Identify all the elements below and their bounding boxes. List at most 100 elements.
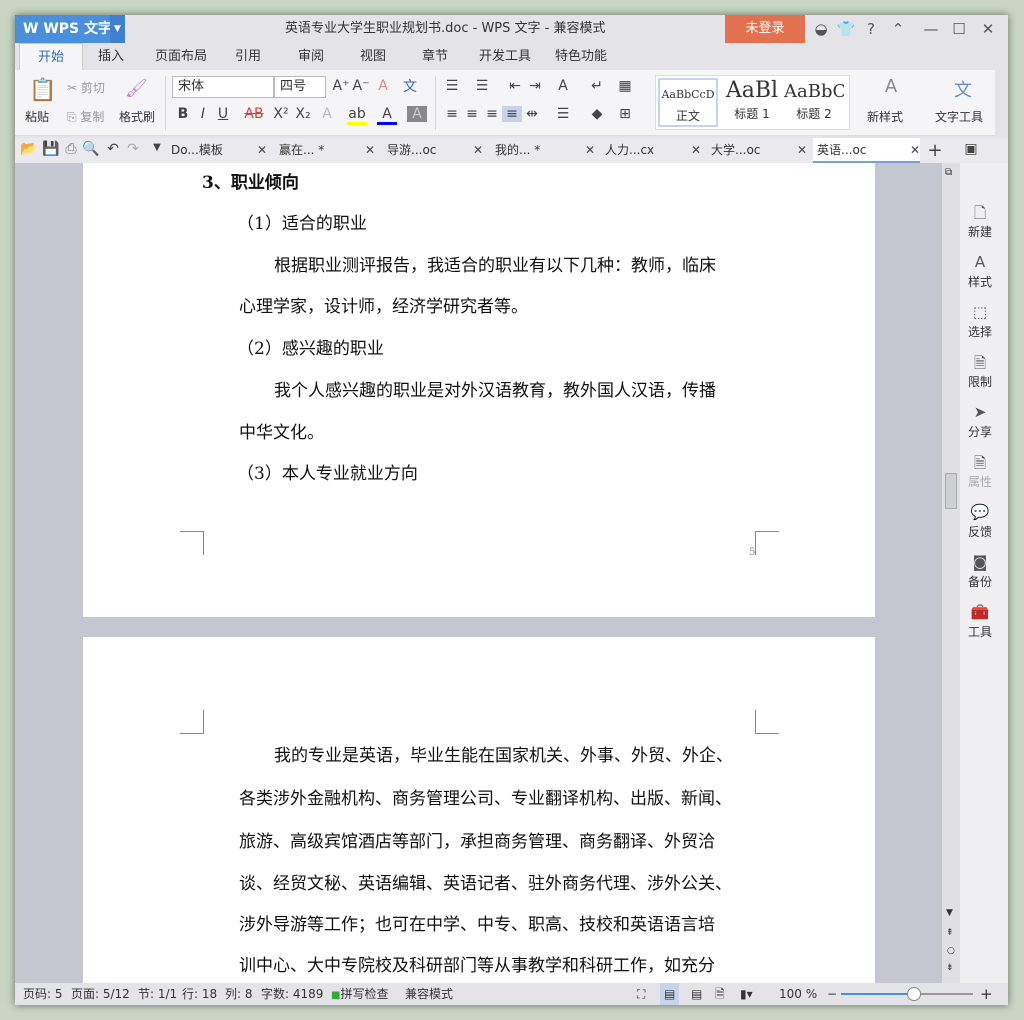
subscript-icon[interactable]: X₂ <box>293 106 313 122</box>
outline-view-icon[interactable]: ▤ <box>691 983 702 1005</box>
format-painter-button[interactable]: 格式刷 <box>119 108 155 125</box>
doc-tab[interactable]: 大学...oc ✕ <box>707 138 807 163</box>
text-tools-button[interactable]: 文字工具 <box>935 108 983 125</box>
doc-tab[interactable]: 人力...cx ✕ <box>601 138 701 163</box>
sidebar-backup[interactable]: ◙ 备份 <box>960 553 1000 590</box>
zoom-in-icon[interactable]: + <box>980 983 993 1005</box>
tab-review[interactable]: 审阅 <box>298 43 324 70</box>
sidebar-new[interactable]: 🗋 新建 <box>960 203 1000 240</box>
sidebar-properties[interactable]: 🗎 属性 <box>960 453 1000 490</box>
justify-icon[interactable]: ≡ <box>502 106 522 122</box>
zoom-slider-thumb[interactable] <box>906 987 921 1001</box>
status-page[interactable]: 页面: 5/12 <box>71 983 130 1005</box>
text-effect-icon[interactable]: A <box>317 106 337 122</box>
shirt-icon[interactable]: 👕 <box>835 15 857 43</box>
style-normal[interactable]: AaBbCcD 正文 <box>658 78 718 127</box>
char-scale-icon[interactable]: A <box>553 78 573 94</box>
doc-tab[interactable]: 导游...oc ✕ <box>383 138 483 163</box>
italic-icon[interactable]: I <box>193 106 213 122</box>
char-shading-icon[interactable]: A <box>407 106 427 122</box>
collapse-ribbon-icon[interactable]: ⌃ <box>887 15 909 43</box>
reading-view-icon[interactable]: ▮▾ <box>740 983 753 1005</box>
borders-icon[interactable]: ⊞ <box>615 106 635 122</box>
table-icon[interactable]: ▦ <box>615 78 635 94</box>
style-heading-1[interactable]: AaBl 标题 1 <box>722 78 782 127</box>
shrink-font-icon[interactable]: A⁻ <box>351 78 371 94</box>
save-icon[interactable]: 💾 <box>41 141 61 157</box>
clear-format-icon[interactable]: A <box>373 78 393 94</box>
pinyin-icon[interactable]: 文 <box>400 76 420 96</box>
para-mark-icon[interactable]: ↵ <box>587 78 607 94</box>
tab-references[interactable]: 引用 <box>235 43 261 70</box>
tab-home[interactable]: 开始 <box>19 43 84 70</box>
shading-icon[interactable]: ◆ <box>587 106 607 122</box>
tab-view[interactable]: 视图 <box>360 43 386 70</box>
print-icon[interactable]: ⎙ <box>61 141 81 157</box>
paste-icon[interactable]: 📋 <box>29 78 56 103</box>
style-heading-2[interactable]: AaBbC 标题 2 <box>784 78 844 127</box>
decrease-indent-icon[interactable]: ⇤ <box>505 78 525 94</box>
page-view-icon[interactable]: ▤ <box>660 983 680 1005</box>
prev-page-icon[interactable]: ⇞ <box>946 928 954 938</box>
font-name-select[interactable]: 宋体 <box>172 76 274 98</box>
zoom-level[interactable]: 100 % <box>779 983 817 1005</box>
bold-icon[interactable]: B <box>173 106 193 122</box>
highlight-icon[interactable]: ab <box>347 106 367 125</box>
cut-button[interactable]: ✂ 剪切 <box>67 79 105 96</box>
underline-icon[interactable]: U <box>213 106 233 122</box>
sidebar-restrict[interactable]: 🗎 限制 <box>960 353 1000 390</box>
doc-tab[interactable]: 我的... * ✕ <box>491 138 595 163</box>
scroll-thumb[interactable] <box>945 473 957 509</box>
sidebar-share[interactable]: ➤ 分享 <box>960 403 1000 440</box>
next-page-icon[interactable]: ⇟ <box>946 963 954 973</box>
doc-tab[interactable]: Do...模板 ✕ <box>167 138 267 163</box>
document-area[interactable]: 3、职业倾向 （1）适合的职业 根据职业测评报告，我适合的职业有以下几种：教师，… <box>15 163 942 983</box>
copy-button[interactable]: ⎘ 复制 <box>67 108 104 125</box>
sidebar-select[interactable]: ⬚ 选择 <box>960 303 1000 340</box>
web-view-icon[interactable]: 🗎 <box>715 983 725 1005</box>
distribute-icon[interactable]: ⇹ <box>522 106 542 122</box>
paste-button[interactable]: 粘贴 <box>25 108 49 125</box>
status-word-count[interactable]: 字数: 4189 <box>261 983 323 1005</box>
minimize-icon[interactable]: — <box>920 15 942 43</box>
tab-list-icon[interactable]: ▣ <box>961 141 981 157</box>
zoom-out-icon[interactable]: − <box>827 983 837 1005</box>
increase-indent-icon[interactable]: ⇥ <box>525 78 545 94</box>
open-icon[interactable]: 📂 <box>19 141 39 157</box>
tab-chapter[interactable]: 章节 <box>422 43 448 70</box>
font-color-icon[interactable]: A <box>377 106 397 125</box>
tab-insert[interactable]: 插入 <box>98 43 124 70</box>
fullscreen-view-icon[interactable]: ⛶ <box>637 983 645 1005</box>
align-left-icon[interactable]: ≡ <box>442 106 462 122</box>
spell-check[interactable]: ■拼写检查 <box>331 983 388 1007</box>
numbering-icon[interactable]: ☰ <box>472 78 492 94</box>
browse-object-icon[interactable]: ○ <box>947 946 955 956</box>
vertical-scrollbar[interactable]: ⧉ ▼ ⇞ ○ ⇟ <box>942 163 960 983</box>
superscript-icon[interactable]: X² <box>271 106 291 122</box>
zoom-slider[interactable] <box>841 987 973 1001</box>
line-spacing-icon[interactable]: ☰ <box>553 106 573 122</box>
wps-dropdown-icon[interactable]: ▼ <box>110 15 125 43</box>
doc-tab-active[interactable]: 英语...oc ✕ <box>813 138 920 163</box>
login-button[interactable]: 未登录 <box>725 15 805 43</box>
bullets-icon[interactable]: ☰ <box>442 78 462 94</box>
strikethrough-icon[interactable]: AB <box>241 106 267 122</box>
font-size-select[interactable]: 四号 <box>274 76 326 98</box>
skin-icon[interactable]: ◒ <box>810 15 832 43</box>
tab-page-layout[interactable]: 页面布局 <box>155 43 207 70</box>
quick-access-dropdown-icon[interactable]: ▼ <box>147 142 167 153</box>
new-style-button[interactable]: 新样式 <box>867 108 903 125</box>
help-icon[interactable]: ? <box>860 15 882 43</box>
sidebar-style[interactable]: A 样式 <box>960 253 1000 290</box>
maximize-icon[interactable]: ☐ <box>948 15 970 43</box>
new-tab-icon[interactable]: + <box>925 140 945 161</box>
undo-icon[interactable]: ↶ <box>103 141 123 157</box>
sidebar-tools[interactable]: 🧰 工具 <box>960 603 1000 640</box>
tab-features[interactable]: 特色功能 <box>555 43 607 70</box>
tab-developer[interactable]: 开发工具 <box>479 43 531 70</box>
align-center-icon[interactable]: ≡ <box>462 106 482 122</box>
doc-tab[interactable]: 赢在... * ✕ <box>275 138 375 163</box>
close-icon[interactable]: ✕ <box>977 15 999 43</box>
grow-font-icon[interactable]: A⁺ <box>331 78 351 94</box>
split-icon[interactable]: ⧉ <box>945 167 952 178</box>
